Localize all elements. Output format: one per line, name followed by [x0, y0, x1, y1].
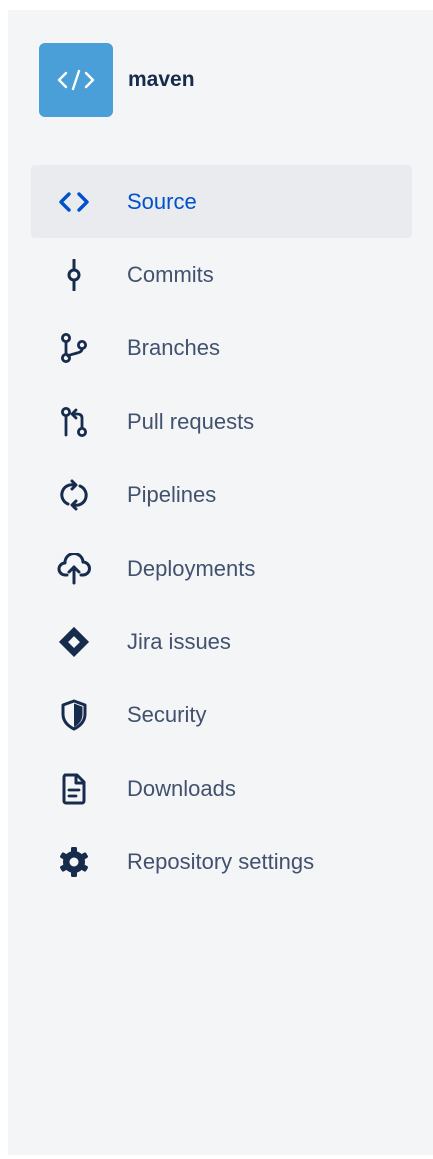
nav-item-label: Branches: [127, 335, 220, 361]
repo-header: maven: [39, 43, 195, 117]
shield-icon: [56, 697, 92, 733]
source-code-icon: [56, 184, 92, 220]
nav-item-label: Repository settings: [127, 849, 315, 875]
nav-item-branches[interactable]: Branches: [31, 312, 412, 385]
gear-icon: [56, 844, 92, 880]
repository-sidebar: maven Source Commits Branches Pull reque…: [8, 10, 433, 1155]
pipelines-icon: [56, 477, 92, 513]
nav-item-label: Deployments: [127, 555, 256, 581]
cloud-upload-icon: [56, 551, 92, 587]
repo-name[interactable]: maven: [128, 68, 195, 92]
code-icon: [56, 68, 96, 92]
nav-item-repository-settings[interactable]: Repository settings: [31, 826, 412, 899]
nav-item-downloads[interactable]: Downloads: [31, 752, 412, 825]
nav-item-pull-requests[interactable]: Pull requests: [31, 385, 412, 458]
nav-item-security[interactable]: Security: [31, 679, 412, 752]
nav-item-source[interactable]: Source: [31, 165, 412, 239]
nav-item-label: Downloads: [127, 775, 236, 801]
branch-icon: [56, 330, 92, 366]
nav-item-label: Source: [127, 188, 197, 214]
nav-item-label: Pipelines: [127, 482, 217, 508]
jira-icon: [56, 624, 92, 660]
document-icon: [56, 771, 92, 807]
nav-item-commits[interactable]: Commits: [31, 238, 412, 311]
nav-item-pipelines[interactable]: Pipelines: [31, 459, 412, 532]
nav-item-deployments[interactable]: Deployments: [31, 532, 412, 605]
pull-request-icon: [56, 404, 92, 440]
nav-item-jira-issues[interactable]: Jira issues: [31, 605, 412, 678]
repo-nav: Source Commits Branches Pull requests Pi…: [31, 165, 412, 899]
repo-avatar[interactable]: [39, 43, 113, 117]
nav-item-label: Security: [127, 702, 207, 728]
nav-item-label: Commits: [127, 262, 214, 288]
commit-icon: [56, 257, 92, 293]
nav-item-label: Pull requests: [127, 408, 255, 434]
nav-item-label: Jira issues: [127, 629, 231, 655]
